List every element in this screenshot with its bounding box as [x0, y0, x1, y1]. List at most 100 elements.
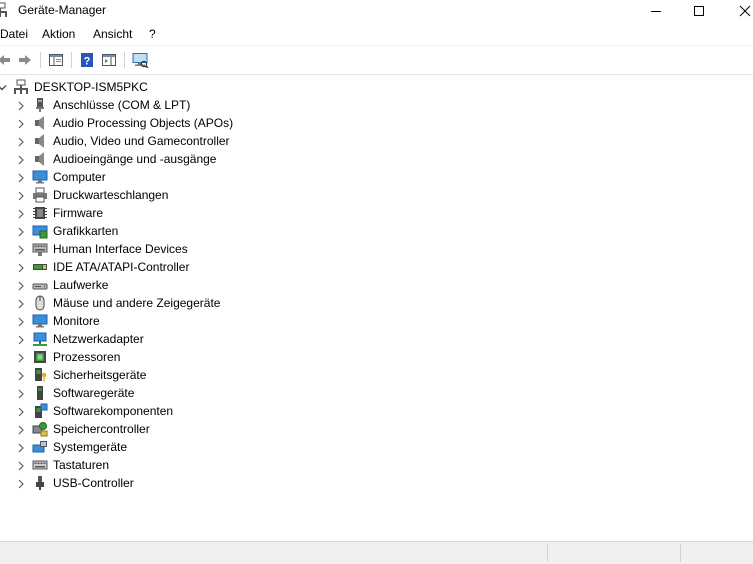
tree-item[interactable]: Laufwerke	[0, 276, 753, 294]
action-pane-icon	[102, 54, 116, 66]
help-button[interactable]: ?	[77, 50, 97, 70]
expand-chevron-icon[interactable]	[16, 244, 26, 255]
tree-item[interactable]: Audio, Video und Gamecontroller	[0, 132, 753, 150]
expand-chevron-icon[interactable]	[16, 262, 26, 273]
expand-chevron-icon[interactable]	[16, 280, 26, 291]
collapse-chevron-icon[interactable]	[0, 82, 7, 96]
expand-chevron-icon[interactable]	[16, 298, 26, 309]
tree-item-label: Anschlüsse (COM & LPT)	[53, 98, 191, 112]
toolbar: ?	[0, 45, 753, 75]
menu-ansicht[interactable]: Ansicht	[93, 27, 132, 41]
display-adapter-icon	[32, 223, 48, 239]
status-divider	[547, 544, 548, 562]
tree-item[interactable]: USB-Controller	[0, 474, 753, 492]
tree-item-label: Firmware	[53, 206, 103, 220]
scan-hardware-button[interactable]	[130, 50, 150, 70]
port-icon	[32, 97, 48, 113]
tree-item[interactable]: Grafikkarten	[0, 222, 753, 240]
tree-item-label: Human Interface Devices	[53, 242, 188, 256]
expand-chevron-icon[interactable]	[16, 136, 26, 147]
menu-aktion[interactable]: Aktion	[42, 27, 75, 41]
expand-chevron-icon[interactable]	[16, 172, 26, 183]
svg-text:?: ?	[84, 56, 91, 68]
forward-arrow-icon	[19, 55, 31, 65]
tree-root[interactable]: DESKTOP-ISM5PKC	[0, 78, 753, 96]
expand-chevron-icon[interactable]	[16, 100, 26, 111]
software-component-icon	[32, 403, 48, 419]
tree-item[interactable]: Computer	[0, 168, 753, 186]
close-button[interactable]	[722, 0, 753, 22]
expand-chevron-icon[interactable]	[16, 316, 26, 327]
tree-item[interactable]: Audio Processing Objects (APOs)	[0, 114, 753, 132]
tree-item[interactable]: Mäuse und andere Zeigegeräte	[0, 294, 753, 312]
expand-chevron-icon[interactable]	[16, 424, 26, 435]
expand-chevron-icon[interactable]	[16, 442, 26, 453]
firmware-icon	[32, 205, 48, 221]
expand-chevron-icon[interactable]	[16, 190, 26, 201]
monitor-icon	[32, 313, 48, 329]
tree-item[interactable]: Sicherheitsgeräte	[0, 366, 753, 384]
menu-help[interactable]: ?	[149, 27, 156, 41]
expand-chevron-icon[interactable]	[16, 388, 26, 399]
toolbar-separator	[71, 52, 72, 68]
tree-item[interactable]: Monitore	[0, 312, 753, 330]
expand-chevron-icon[interactable]	[16, 478, 26, 489]
maximize-button[interactable]	[676, 0, 722, 22]
expand-chevron-icon[interactable]	[16, 334, 26, 345]
tree-item[interactable]: Anschlüsse (COM & LPT)	[0, 96, 753, 114]
tree-item-label: Computer	[53, 170, 106, 184]
tree-item-label: Laufwerke	[53, 278, 109, 292]
tree-item[interactable]: Softwarekomponenten	[0, 402, 753, 420]
expand-chevron-icon[interactable]	[16, 406, 26, 417]
minimize-button[interactable]	[633, 0, 679, 22]
tree-item-label: Speichercontroller	[53, 422, 150, 436]
root-label: DESKTOP-ISM5PKC	[34, 80, 148, 94]
tree-item-label: IDE ATA/ATAPI-Controller	[53, 260, 190, 274]
close-icon	[739, 5, 751, 17]
console-tree-icon	[49, 54, 63, 66]
expand-chevron-icon[interactable]	[16, 118, 26, 129]
window-title: Geräte-Manager	[18, 3, 107, 17]
hid-icon	[32, 241, 48, 257]
speaker-icon	[32, 133, 48, 149]
network-icon	[32, 331, 48, 347]
status-divider	[680, 544, 681, 562]
usb-icon	[32, 475, 48, 491]
expand-chevron-icon[interactable]	[16, 226, 26, 237]
tree-item-label: USB-Controller	[53, 476, 134, 490]
tree-item-label: Audioeingänge und -ausgänge	[53, 152, 217, 166]
title-bar: Geräte-Manager	[0, 0, 753, 22]
tree-item[interactable]: Prozessoren	[0, 348, 753, 366]
tree-item[interactable]: Audioeingänge und -ausgänge	[0, 150, 753, 168]
tree-item[interactable]: Druckwarteschlangen	[0, 186, 753, 204]
back-button[interactable]	[0, 50, 14, 70]
tree-item-label: Sicherheitsgeräte	[53, 368, 147, 382]
expand-chevron-icon[interactable]	[16, 352, 26, 363]
device-manager-icon	[0, 2, 8, 18]
expand-chevron-icon[interactable]	[16, 370, 26, 381]
tree-item[interactable]: Tastaturen	[0, 456, 753, 474]
device-tree: DESKTOP-ISM5PKC Anschlüsse (COM & LPT) Au…	[0, 78, 753, 538]
tree-item-label: Mäuse und andere Zeigegeräte	[53, 296, 221, 310]
show-hide-console-tree-button[interactable]	[46, 50, 66, 70]
forward-button[interactable]	[15, 50, 35, 70]
tree-item-label: Monitore	[53, 314, 100, 328]
expand-chevron-icon[interactable]	[16, 460, 26, 471]
tree-item-label: Softwaregeräte	[53, 386, 135, 400]
expand-chevron-icon[interactable]	[16, 154, 26, 165]
action-pane-button[interactable]	[99, 50, 119, 70]
tree-item[interactable]: IDE ATA/ATAPI-Controller	[0, 258, 753, 276]
tree-item[interactable]: Systemgeräte	[0, 438, 753, 456]
tree-item[interactable]: Speichercontroller	[0, 420, 753, 438]
help-icon: ?	[81, 53, 93, 68]
ide-icon	[32, 259, 48, 275]
expand-chevron-icon[interactable]	[16, 208, 26, 219]
tree-item-label: Audio Processing Objects (APOs)	[53, 116, 234, 130]
tree-item[interactable]: Firmware	[0, 204, 753, 222]
menu-datei[interactable]: Datei	[0, 27, 28, 41]
tree-item-label: Systemgeräte	[53, 440, 128, 454]
tree-item[interactable]: Human Interface Devices	[0, 240, 753, 258]
tree-item[interactable]: Netzwerkadapter	[0, 330, 753, 348]
tree-item[interactable]: Softwaregeräte	[0, 384, 753, 402]
printer-icon	[32, 187, 48, 203]
